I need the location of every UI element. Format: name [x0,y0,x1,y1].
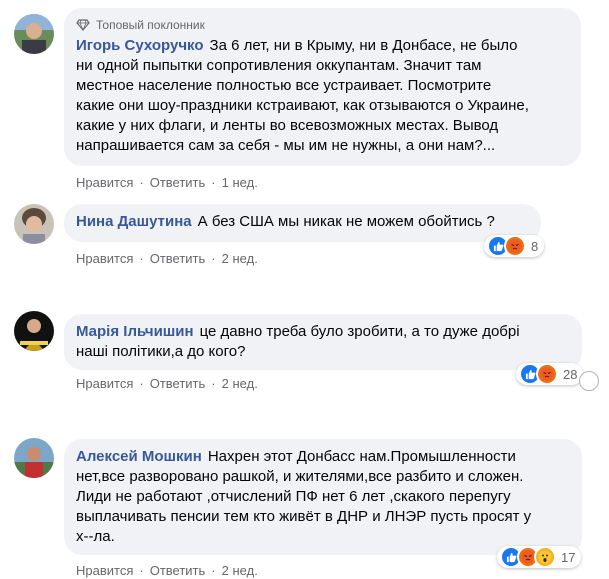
comment-text-line: х--ла. [76,528,115,545]
badge-label: Топовый поклонник [96,18,205,32]
reactions-summary[interactable]: 8 [484,235,545,257]
diamond-icon [76,19,90,31]
separator: · [211,250,216,266]
timestamp[interactable]: 1 нед. [222,175,258,190]
timestamp[interactable]: 2 нед. [222,563,258,578]
reply-button[interactable]: Ответить [150,175,206,190]
avatar[interactable] [14,438,54,478]
comment-text-line: За 6 лет, ни в Крыму, ни в Донбасе, не б… [209,37,518,54]
comment-text-line: какие у них флаги, и ленты во всевозможн… [76,117,499,134]
comment-text-line: наші політики,а до кого? [76,343,246,360]
comment-text-line: ни одной пыпытки сопротивления оккупанта… [76,57,482,74]
comment-text-line: напрашивается сам за себя - мы им не нуж… [76,137,496,154]
reaction-count: 8 [531,238,539,254]
comment-actions: Нравится · Ответить · 2 нед. [76,249,258,267]
comment-actions: Нравится · Ответить · 1 нед. [76,173,258,191]
avatar[interactable] [14,311,54,351]
comment-actions: Нравится · Ответить · 2 нед. [76,561,258,579]
separator: · [139,375,144,391]
separator: · [211,375,216,391]
separator: · [139,174,144,190]
comment-bubble: Топовый поклонник Игорь Сухоручко За 6 ле… [64,8,581,166]
comment-text-line: А без США мы никак не можем обойтись ? [197,213,495,230]
like-button[interactable]: Нравится [76,563,133,578]
reply-button[interactable]: Ответить [150,251,206,266]
reply-button[interactable]: Ответить [150,563,206,578]
comment-text-line: Нахрен этот Донбасс нам.Промышленности [207,448,516,465]
reactions-summary[interactable]: 28 [516,363,584,385]
comment-text-line: местное население полностью все устраива… [76,77,492,94]
like-button[interactable]: Нравится [76,251,133,266]
top-fan-badge: Топовый поклонник [76,16,569,34]
comment-author[interactable]: Алексей Мошкин [76,448,202,465]
separator: · [139,562,144,578]
loading-spinner-icon [579,371,599,391]
wow-reaction-icon [534,546,556,568]
comment-author[interactable]: Игорь Сухоручко [76,37,204,54]
comment-text-line: какие они шоу-праздники кстраивают, как … [76,97,529,114]
comment-bubble: Алексей Мошкин Нахрен этот Донбасс нам.Пр… [64,439,582,555]
comment-author[interactable]: Нина Дашутина [76,213,192,230]
comment-author[interactable]: Марія Ільчишин [76,323,194,340]
reaction-count: 28 [563,366,578,382]
separator: · [211,174,216,190]
reply-button[interactable]: Ответить [150,376,206,391]
comment-text-line: Лиди не работают ,отчислений ПФ нет 6 ле… [76,488,511,505]
reaction-count: 17 [561,549,576,565]
avatar[interactable] [14,204,54,244]
avatar[interactable] [14,14,54,54]
angry-reaction-icon [536,363,558,385]
timestamp[interactable]: 2 нед. [222,376,258,391]
comment-text-line: це давно треба було зробити, а то дуже д… [199,323,520,340]
separator: · [211,562,216,578]
reactions-summary[interactable]: 17 [497,546,582,568]
like-button[interactable]: Нравится [76,376,133,391]
like-button[interactable]: Нравится [76,175,133,190]
comment-bubble: Марія Ільчишин це давно треба було зробит… [64,314,582,370]
comment-actions: Нравится · Ответить · 2 нед. [76,374,258,392]
separator: · [139,250,144,266]
comment-bubble: Нина Дашутина А без США мы никак не можем… [64,204,541,242]
angry-reaction-icon [504,235,526,257]
comment-text-line: выплачивать пенсии тем кто живёт в ДНР и… [76,508,532,525]
timestamp[interactable]: 2 нед. [222,251,258,266]
comment-text-line: нет,все разворовано рашкой, и жителями,в… [76,468,524,485]
